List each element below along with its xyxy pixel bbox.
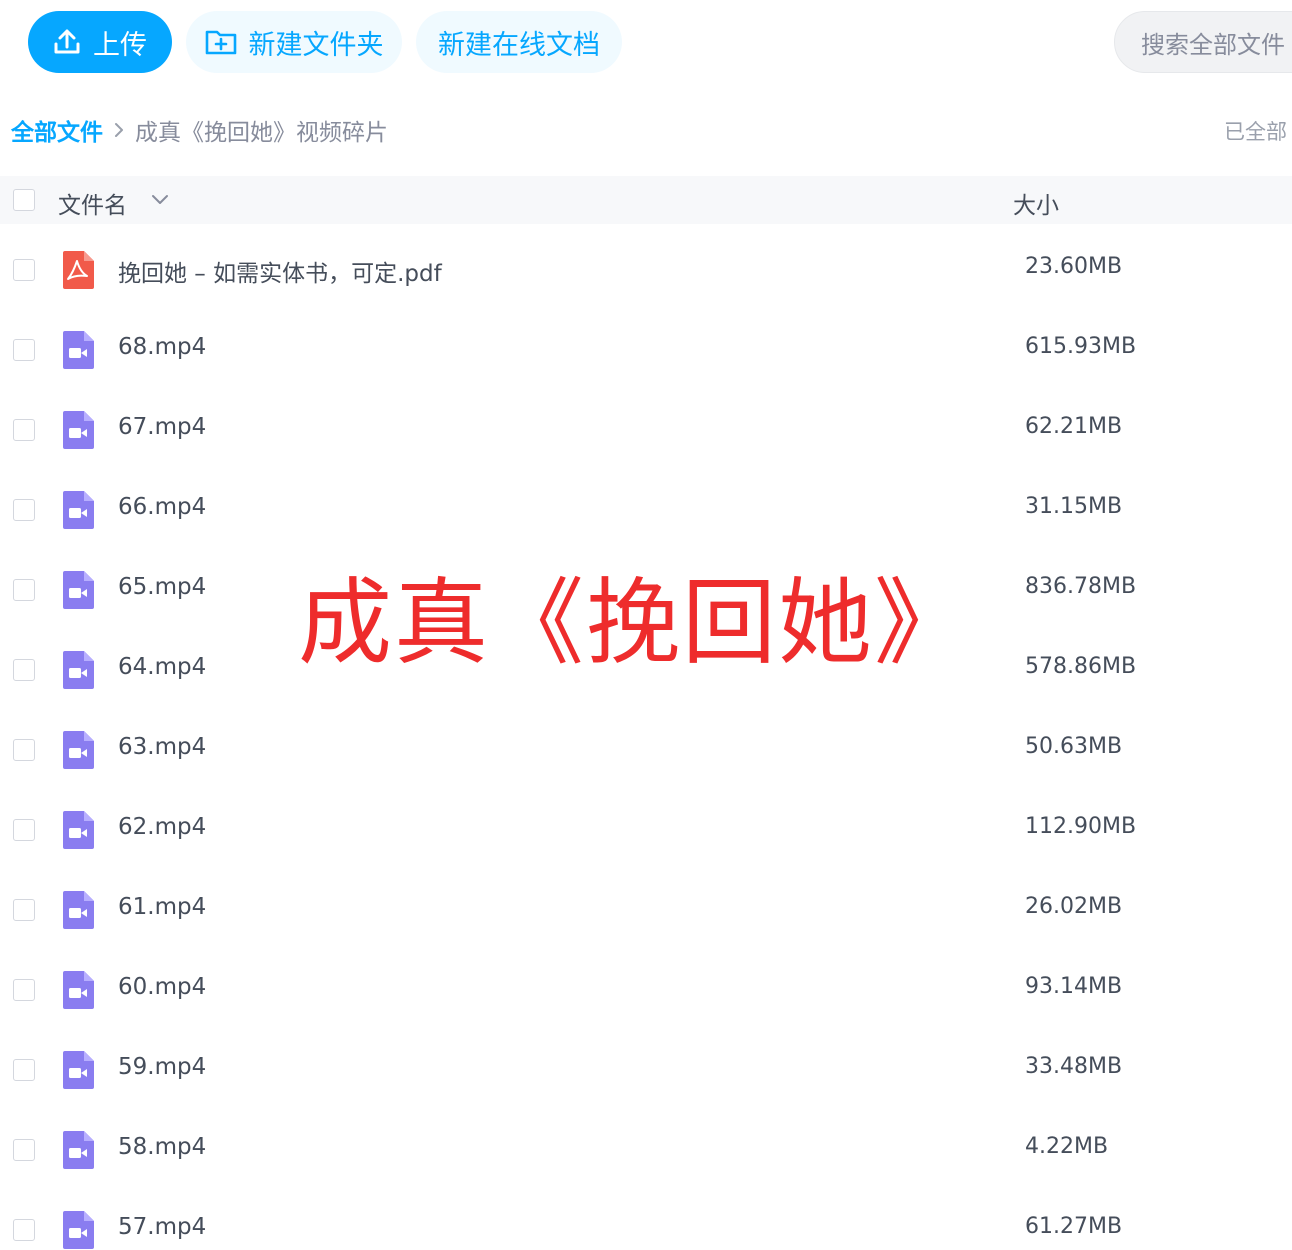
toolbar: 上传 新建文件夹 新建在线文档 搜索全部文件 xyxy=(0,0,1292,86)
file-row[interactable]: 67.mp4 62.21MB xyxy=(0,390,1292,470)
search-placeholder: 搜索全部文件 xyxy=(1141,30,1285,59)
video-file-icon xyxy=(60,570,96,610)
file-row[interactable]: 62.mp4 112.90MB xyxy=(0,790,1292,870)
file-row-checkbox[interactable] xyxy=(13,499,35,521)
file-name[interactable]: 66.mp4 xyxy=(118,494,206,520)
folder-plus-icon xyxy=(205,28,237,56)
file-name[interactable]: 57.mp4 xyxy=(118,1214,206,1240)
file-list: 挽回她 – 如需实体书，可定.pdf 23.60MB 68.mp4 615.93MB 6… xyxy=(0,230,1292,1250)
pdf-file-icon xyxy=(60,250,96,290)
video-file-icon xyxy=(60,1050,96,1090)
file-size: 93.14MB xyxy=(1025,974,1123,999)
file-name[interactable]: 挽回她 – 如需实体书，可定.pdf xyxy=(118,254,442,288)
video-file-icon xyxy=(60,330,96,370)
video-file-icon xyxy=(60,1210,96,1250)
header-size-column[interactable]: 大小 xyxy=(1013,186,1059,220)
file-row[interactable]: 挽回她 – 如需实体书，可定.pdf 23.60MB xyxy=(0,230,1292,310)
file-row-checkbox[interactable] xyxy=(13,979,35,1001)
file-row[interactable]: 68.mp4 615.93MB xyxy=(0,310,1292,390)
file-row-checkbox[interactable] xyxy=(13,259,35,281)
file-size: 4.22MB xyxy=(1025,1134,1109,1159)
file-row-checkbox[interactable] xyxy=(13,899,35,921)
file-row-checkbox[interactable] xyxy=(13,1139,35,1161)
new-folder-button[interactable]: 新建文件夹 xyxy=(186,11,402,73)
file-row[interactable]: 57.mp4 61.27MB xyxy=(0,1190,1292,1250)
video-file-icon xyxy=(60,890,96,930)
new-online-doc-button-label: 新建在线文档 xyxy=(438,29,600,61)
file-name[interactable]: 68.mp4 xyxy=(118,334,206,360)
upload-icon xyxy=(53,28,81,56)
file-size: 50.63MB xyxy=(1025,734,1123,759)
file-row[interactable]: 60.mp4 93.14MB xyxy=(0,950,1292,1030)
file-size: 31.15MB xyxy=(1025,494,1123,519)
search-input[interactable]: 搜索全部文件 xyxy=(1114,11,1292,73)
file-name[interactable]: 61.mp4 xyxy=(118,894,206,920)
overlay-title: 成真《挽回她》 xyxy=(298,569,971,678)
file-size: 23.60MB xyxy=(1025,254,1123,279)
file-row-checkbox[interactable] xyxy=(13,339,35,361)
file-row-checkbox[interactable] xyxy=(13,1219,35,1241)
file-name[interactable]: 63.mp4 xyxy=(118,734,206,760)
select-all-checkbox[interactable] xyxy=(13,189,35,211)
video-file-icon xyxy=(60,810,96,850)
chevron-down-icon[interactable] xyxy=(150,192,170,206)
breadcrumb-root-link[interactable]: 全部文件 xyxy=(11,113,103,147)
file-name[interactable]: 64.mp4 xyxy=(118,654,206,680)
file-row[interactable]: 59.mp4 33.48MB xyxy=(0,1030,1292,1110)
video-file-icon xyxy=(60,730,96,770)
new-online-doc-button[interactable]: 新建在线文档 xyxy=(416,11,622,73)
file-size: 62.21MB xyxy=(1025,414,1123,439)
file-size: 26.02MB xyxy=(1025,894,1123,919)
file-name[interactable]: 59.mp4 xyxy=(118,1054,206,1080)
file-name[interactable]: 62.mp4 xyxy=(118,814,206,840)
video-file-icon xyxy=(60,650,96,690)
file-name[interactable]: 58.mp4 xyxy=(118,1134,206,1160)
file-size: 112.90MB xyxy=(1025,814,1137,839)
file-row-checkbox[interactable] xyxy=(13,659,35,681)
file-size: 61.27MB xyxy=(1025,1214,1123,1239)
video-file-icon xyxy=(60,970,96,1010)
file-name[interactable]: 67.mp4 xyxy=(118,414,206,440)
loaded-status: 已全部 xyxy=(1224,120,1287,144)
file-row[interactable]: 61.mp4 26.02MB xyxy=(0,870,1292,950)
upload-button[interactable]: 上传 xyxy=(28,11,172,73)
file-row[interactable]: 58.mp4 4.22MB xyxy=(0,1110,1292,1190)
file-size: 615.93MB xyxy=(1025,334,1137,359)
file-row-checkbox[interactable] xyxy=(13,739,35,761)
file-row-checkbox[interactable] xyxy=(13,419,35,441)
file-row-checkbox[interactable] xyxy=(13,1059,35,1081)
file-size: 836.78MB xyxy=(1025,574,1137,599)
file-name[interactable]: 65.mp4 xyxy=(118,574,206,600)
chevron-right-icon xyxy=(113,121,125,139)
list-header: 文件名 大小 xyxy=(0,176,1292,224)
file-row-checkbox[interactable] xyxy=(13,819,35,841)
file-row[interactable]: 63.mp4 50.63MB xyxy=(0,710,1292,790)
upload-button-label: 上传 xyxy=(93,29,147,61)
video-file-icon xyxy=(60,490,96,530)
breadcrumb: 全部文件 成真《挽回她》视频碎片 xyxy=(11,112,388,148)
file-size: 578.86MB xyxy=(1025,654,1137,679)
video-file-icon xyxy=(60,410,96,450)
file-manager-page: 上传 新建文件夹 新建在线文档 搜索全部文件 全部文件 成真《挽回她》视频碎片 xyxy=(0,0,1292,1250)
file-size: 33.48MB xyxy=(1025,1054,1123,1079)
new-folder-button-label: 新建文件夹 xyxy=(248,29,384,61)
video-file-icon xyxy=(60,1130,96,1170)
file-row-checkbox[interactable] xyxy=(13,579,35,601)
header-name-column[interactable]: 文件名 xyxy=(58,186,127,220)
file-row[interactable]: 66.mp4 31.15MB xyxy=(0,470,1292,550)
file-name[interactable]: 60.mp4 xyxy=(118,974,206,1000)
breadcrumb-current: 成真《挽回她》视频碎片 xyxy=(135,120,388,146)
